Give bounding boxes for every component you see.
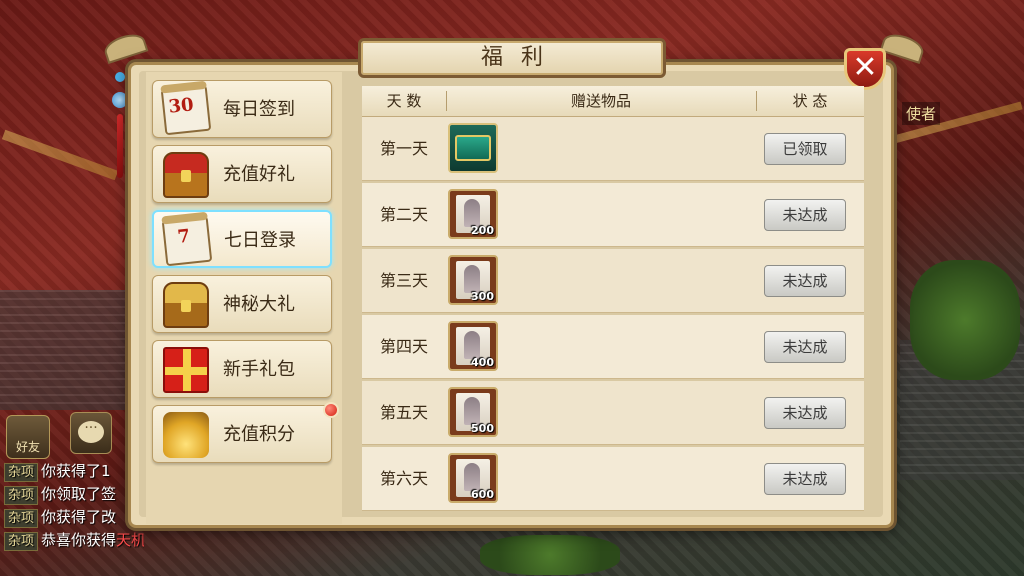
table-row: 第六天 600 未达成	[362, 447, 864, 511]
chat-tag: 杂项	[4, 463, 39, 482]
sidebar-item-label: 充值积分	[223, 424, 295, 445]
chat-tag: 杂项	[4, 532, 39, 551]
chat-line: 杂项 你获得了改	[4, 506, 144, 529]
table-row: 第一天 已领取	[362, 117, 864, 181]
sidebar-item-recharge-gift[interactable]: 充值好礼	[152, 145, 332, 203]
tassel-icon	[117, 114, 123, 178]
chat-line: 杂项恭喜你获得天机锁链	[4, 529, 144, 552]
sidebar-item-recharge-points[interactable]: 充值积分	[152, 402, 339, 463]
column-header-items: 赠送物品	[570, 92, 631, 110]
sidebar-item-label: 充值好礼	[223, 164, 295, 185]
dialog-title: 福利	[480, 45, 561, 70]
claim-button[interactable]: 未达成	[764, 397, 846, 429]
friend-button[interactable]: 好友	[6, 415, 50, 459]
day-cell: 第一天	[379, 139, 428, 158]
notification-badge	[323, 402, 339, 418]
claim-button[interactable]: 未达成	[764, 463, 846, 495]
jade-chest-icon[interactable]	[448, 123, 498, 173]
chat-text: 你领取了签	[41, 485, 117, 503]
scroll-card-icon[interactable]: 500	[448, 387, 498, 437]
column-header-status: 状 态	[792, 92, 828, 110]
item-quantity: 200	[471, 224, 494, 237]
side-ornament	[112, 72, 128, 182]
claim-button[interactable]: 未达成	[764, 199, 846, 231]
close-button[interactable]: ✕	[844, 48, 886, 90]
claim-button[interactable]: 未达成	[764, 331, 846, 363]
calendar-30-icon: 30	[160, 80, 212, 136]
item-quantity: 400	[471, 356, 494, 369]
scroll-card-icon[interactable]: 600	[448, 453, 498, 503]
item-quantity: 500	[471, 422, 494, 435]
day-cell: 第六天	[379, 469, 428, 488]
sidebar-item-mystery-gift[interactable]: 神秘大礼	[152, 275, 332, 333]
day-cell: 第二天	[379, 205, 428, 224]
chat-log[interactable]: 杂项你获得了1 杂项你领取了签 杂项你获得了改 杂项恭喜你获得天机锁链	[4, 460, 144, 552]
dialog-horn-ornament	[879, 30, 927, 64]
claim-button[interactable]: 已领取	[764, 133, 846, 165]
day-cell: 第三天	[379, 271, 428, 290]
table-row: 第三天 300 未达成	[362, 249, 864, 313]
chat-bubble-icon: ···	[78, 421, 104, 443]
sidebar-item-label: 新手礼包	[223, 359, 295, 380]
sidebar-item-label: 每日签到	[223, 99, 295, 120]
gift-box-icon	[163, 347, 209, 393]
item-quantity: 600	[471, 488, 494, 501]
reward-table: 天 数 赠送物品 状 态 第一天 已领取 第二天 200 未达成 第三天 300…	[362, 86, 864, 516]
chat-line: 杂项 你获得了1	[4, 460, 144, 483]
sidebar-item-daily-signin[interactable]: 30 每日签到	[152, 80, 332, 138]
scroll-card-icon[interactable]: 400	[448, 321, 498, 371]
bg-bush	[910, 260, 1020, 380]
chat-text: 恭喜你获得	[41, 531, 117, 549]
chat-tag: 杂项	[4, 486, 39, 505]
mystery-chest-icon	[163, 282, 209, 328]
sidebar-item-newbie-pack[interactable]: 新手礼包	[152, 340, 332, 398]
sidebar-item-label: 神秘大礼	[223, 294, 295, 315]
chat-text: 你获得了改	[41, 508, 117, 526]
chat-text: 你获得了1	[41, 462, 111, 480]
jade-bead-icon	[112, 92, 128, 108]
bead-icon	[115, 72, 125, 82]
sidebar-item-label: 七日登录	[224, 230, 296, 251]
sidebar-item-seven-day-login[interactable]: 7 七日登录	[152, 210, 332, 268]
scroll-card-icon[interactable]: 200	[448, 189, 498, 239]
chat-line: 杂项 你领取了签	[4, 483, 144, 506]
friend-button-label: 好友	[15, 440, 40, 454]
dialog-title-plate: 福利	[358, 38, 666, 78]
day-cell: 第五天	[379, 403, 428, 422]
table-header: 天 数 赠送物品 状 态	[362, 86, 864, 117]
welfare-sidebar: 30 每日签到 充值好礼 7 七日登录 神秘大礼 新手礼包 充值积分	[146, 72, 342, 524]
column-header-days: 天 数	[386, 92, 422, 110]
chat-tag: 杂项	[4, 509, 39, 528]
claim-button[interactable]: 未达成	[764, 265, 846, 297]
dialog-horn-ornament	[101, 30, 149, 64]
table-row: 第二天 200 未达成	[362, 183, 864, 247]
scroll-card-icon[interactable]: 300	[448, 255, 498, 305]
treasure-chest-icon	[163, 152, 209, 198]
bg-path	[1, 129, 119, 181]
item-quantity: 300	[471, 290, 494, 303]
npc-name-label[interactable]: 使者	[901, 102, 940, 125]
chat-item-link[interactable]: 天机锁链	[116, 531, 144, 549]
close-icon: ✕	[852, 50, 878, 85]
bg-roof	[0, 290, 130, 410]
gold-chest-icon	[163, 412, 209, 458]
day-cell: 第四天	[379, 337, 428, 356]
calendar-7-icon: 7	[161, 211, 213, 267]
bg-bush	[480, 535, 620, 575]
chat-button[interactable]: ···	[70, 412, 112, 454]
table-row: 第四天 400 未达成	[362, 315, 864, 379]
table-row: 第五天 500 未达成	[362, 381, 864, 445]
